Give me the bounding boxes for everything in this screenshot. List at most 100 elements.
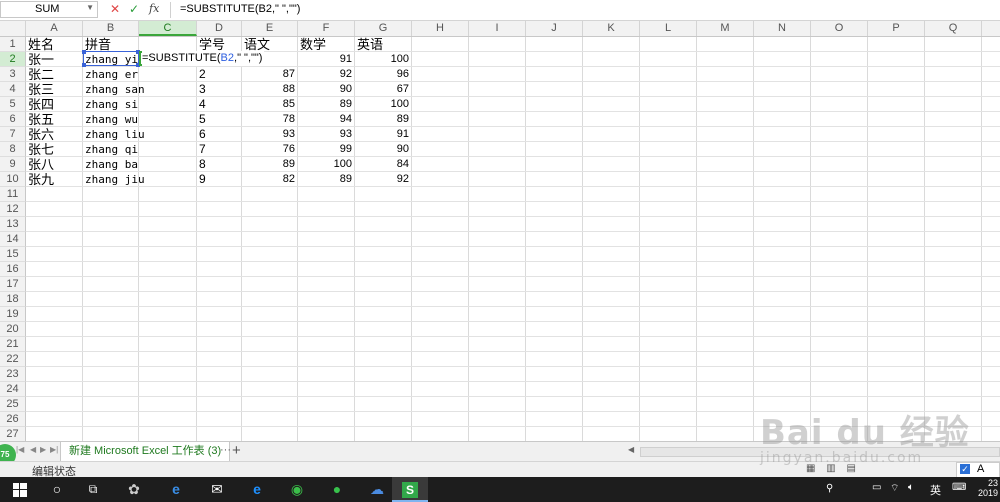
sheet-tab-active[interactable]: 新建 Microsoft Excel 工作表 (3): [60, 442, 231, 462]
formula-input[interactable]: =SUBSTITUTE(B2," ",""): [180, 3, 300, 15]
column-header-k[interactable]: K: [583, 21, 640, 36]
column-header-f[interactable]: F: [298, 21, 355, 36]
cell-english[interactable]: 91: [355, 127, 409, 142]
wps-spreadsheet-icon[interactable]: S: [392, 477, 428, 502]
name-box[interactable]: SUM ▼: [0, 1, 98, 18]
column-header-l[interactable]: L: [640, 21, 697, 36]
cell-id[interactable]: 7: [199, 142, 206, 157]
cell-name[interactable]: 张五: [28, 112, 54, 127]
confirm-icon[interactable]: ✓: [129, 2, 139, 16]
row-header-3[interactable]: 3: [0, 67, 26, 82]
column-header-i[interactable]: I: [469, 21, 526, 36]
cell-name[interactable]: 张九: [28, 172, 54, 187]
ie-browser-icon[interactable]: e: [240, 477, 274, 502]
row-header-25[interactable]: 25: [0, 397, 26, 412]
volume-icon[interactable]: 🔈︎: [908, 482, 914, 493]
cell-id[interactable]: 5: [199, 112, 206, 127]
cell-pinyin[interactable]: zhang jiu: [85, 172, 145, 187]
tray-language[interactable]: 英: [930, 482, 941, 498]
row-header-15[interactable]: 15: [0, 247, 26, 262]
column-header-m[interactable]: M: [697, 21, 754, 36]
cell-english[interactable]: 100: [355, 97, 409, 112]
cell-math[interactable]: 94: [298, 112, 352, 127]
row-header-2[interactable]: 2: [0, 52, 26, 67]
row-header-23[interactable]: 23: [0, 367, 26, 382]
row-header-18[interactable]: 18: [0, 292, 26, 307]
cell-english[interactable]: 92: [355, 172, 409, 187]
row-header-14[interactable]: 14: [0, 232, 26, 247]
cell-id[interactable]: 4: [199, 97, 206, 112]
cell-name[interactable]: 张六: [28, 127, 54, 142]
cell-math[interactable]: 89: [298, 172, 352, 187]
row-header-16[interactable]: 16: [0, 262, 26, 277]
column-header-q[interactable]: Q: [925, 21, 982, 36]
cell-math[interactable]: 90: [298, 82, 352, 97]
more-sheets-button[interactable]: ···: [220, 444, 231, 456]
cell-chinese[interactable]: 85: [242, 97, 295, 112]
network-icon[interactable]: ⌔: [890, 482, 899, 495]
cell-chinese[interactable]: 82: [242, 172, 295, 187]
column-header-p[interactable]: P: [868, 21, 925, 36]
row-header-13[interactable]: 13: [0, 217, 26, 232]
cell-name[interactable]: 张三: [28, 82, 54, 97]
people-icon[interactable]: ⚲: [826, 483, 833, 494]
battery-icon[interactable]: ▭: [872, 482, 881, 493]
cell-chinese[interactable]: 78: [242, 112, 295, 127]
cell-math[interactable]: 99: [298, 142, 352, 157]
column-header-o[interactable]: O: [811, 21, 868, 36]
column-header-d[interactable]: D: [197, 21, 242, 36]
row-header-20[interactable]: 20: [0, 322, 26, 337]
cell-id[interactable]: 9: [199, 172, 206, 187]
header-chinese[interactable]: 语文: [244, 37, 270, 52]
add-sheet-button[interactable]: +: [232, 442, 241, 459]
cell-chinese[interactable]: 88: [242, 82, 295, 97]
mail-icon[interactable]: ✉: [200, 477, 234, 502]
cell-english[interactable]: 67: [355, 82, 409, 97]
cell-id[interactable]: 3: [199, 82, 206, 97]
cell-pinyin[interactable]: zhang liu: [85, 127, 145, 142]
column-header-c[interactable]: C: [139, 21, 197, 36]
column-header-b[interactable]: B: [83, 21, 139, 36]
search-icon[interactable]: ○: [42, 477, 72, 502]
row-header-11[interactable]: 11: [0, 187, 26, 202]
row-header-26[interactable]: 26: [0, 412, 26, 427]
cell-name[interactable]: 张七: [28, 142, 54, 157]
cell-editor[interactable]: =SUBSTITUTE(B2," ",""): [142, 51, 265, 66]
cell-chinese[interactable]: 76: [242, 142, 295, 157]
windows-start-icon[interactable]: [0, 477, 40, 502]
cell-pinyin[interactable]: zhang si: [85, 97, 138, 112]
row-header-10[interactable]: 10: [0, 172, 26, 187]
baidu-netdisk-icon[interactable]: ☁: [360, 477, 394, 502]
cell-name[interactable]: 张一: [28, 52, 54, 67]
row-header-9[interactable]: 9: [0, 157, 26, 172]
cell-chinese[interactable]: 93: [242, 127, 295, 142]
cell-english[interactable]: 84: [355, 157, 409, 172]
pinwheel-app-icon[interactable]: ✿: [118, 477, 150, 502]
row-header-12[interactable]: 12: [0, 202, 26, 217]
cell-id[interactable]: 2: [199, 67, 206, 82]
cell-pinyin[interactable]: zhang er: [85, 67, 138, 82]
task-view-icon[interactable]: ⧉: [78, 477, 108, 502]
cell-math[interactable]: 93: [298, 127, 352, 142]
header-name[interactable]: 姓名: [28, 37, 54, 52]
row-header-4[interactable]: 4: [0, 82, 26, 97]
cell-english[interactable]: 96: [355, 67, 409, 82]
input-method-icon[interactable]: ⌨: [952, 482, 966, 493]
browser-360-icon[interactable]: ◉: [280, 477, 314, 502]
column-header-g[interactable]: G: [355, 21, 412, 36]
cell-pinyin[interactable]: zhang wu: [85, 112, 138, 127]
last-sheet-icon[interactable]: ▶|: [50, 445, 58, 454]
row-header-1[interactable]: 1: [0, 37, 26, 52]
prev-sheet-icon[interactable]: ◀: [30, 445, 36, 454]
row-header-19[interactable]: 19: [0, 307, 26, 322]
row-header-24[interactable]: 24: [0, 382, 26, 397]
first-sheet-icon[interactable]: |◀: [16, 445, 24, 454]
column-header-e[interactable]: E: [242, 21, 298, 36]
cell-pinyin[interactable]: zhang ba: [85, 157, 138, 172]
row-header-5[interactable]: 5: [0, 97, 26, 112]
cell-math[interactable]: 100: [298, 157, 352, 172]
row-header-8[interactable]: 8: [0, 142, 26, 157]
cell-pinyin[interactable]: zhang qi: [85, 142, 138, 157]
row-header-27[interactable]: 27: [0, 427, 26, 442]
cell-id[interactable]: 6: [199, 127, 206, 142]
